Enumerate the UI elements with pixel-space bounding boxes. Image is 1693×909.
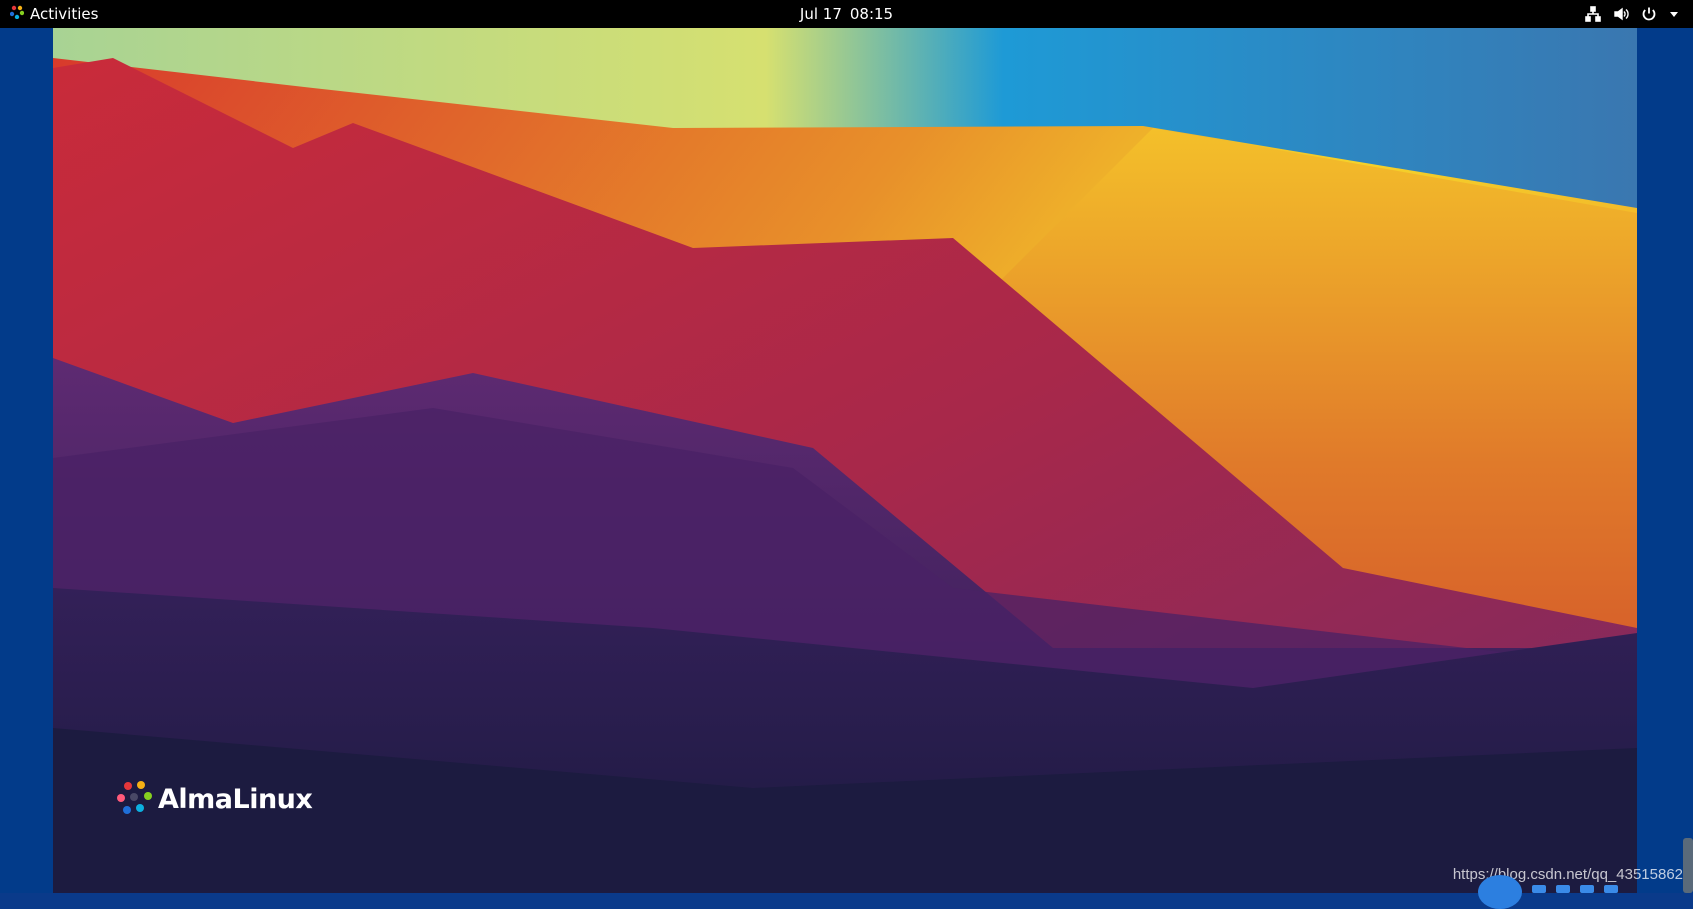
frame-left bbox=[0, 28, 53, 893]
scroll-handle[interactable] bbox=[1683, 838, 1693, 893]
top-bar: Activities Jul 17 08:15 bbox=[0, 0, 1693, 28]
toolbar-icon[interactable] bbox=[1580, 885, 1594, 893]
toolbar-icon[interactable] bbox=[1604, 885, 1618, 893]
clock-date: Jul 17 bbox=[799, 5, 842, 23]
desktop-wallpaper bbox=[53, 28, 1637, 893]
toolbar-icon[interactable] bbox=[1532, 885, 1546, 893]
network-icon[interactable] bbox=[1585, 6, 1601, 22]
toolbar-icon[interactable] bbox=[1556, 885, 1570, 893]
csdn-badge-icon[interactable] bbox=[1478, 875, 1522, 909]
system-tray[interactable] bbox=[1585, 0, 1679, 28]
bottom-toolbar bbox=[1478, 875, 1693, 909]
frame-right bbox=[1637, 28, 1693, 893]
chevron-down-icon[interactable] bbox=[1669, 10, 1679, 18]
almalinux-wordmark: AlmaLinux bbox=[158, 783, 313, 815]
power-icon[interactable] bbox=[1641, 6, 1657, 22]
almalinux-brand: AlmaLinux bbox=[116, 778, 313, 820]
clock[interactable]: Jul 17 08:15 bbox=[0, 0, 1693, 28]
volume-icon[interactable] bbox=[1613, 6, 1629, 22]
almalinux-flower-icon bbox=[116, 778, 154, 820]
clock-time: 08:15 bbox=[849, 5, 894, 23]
